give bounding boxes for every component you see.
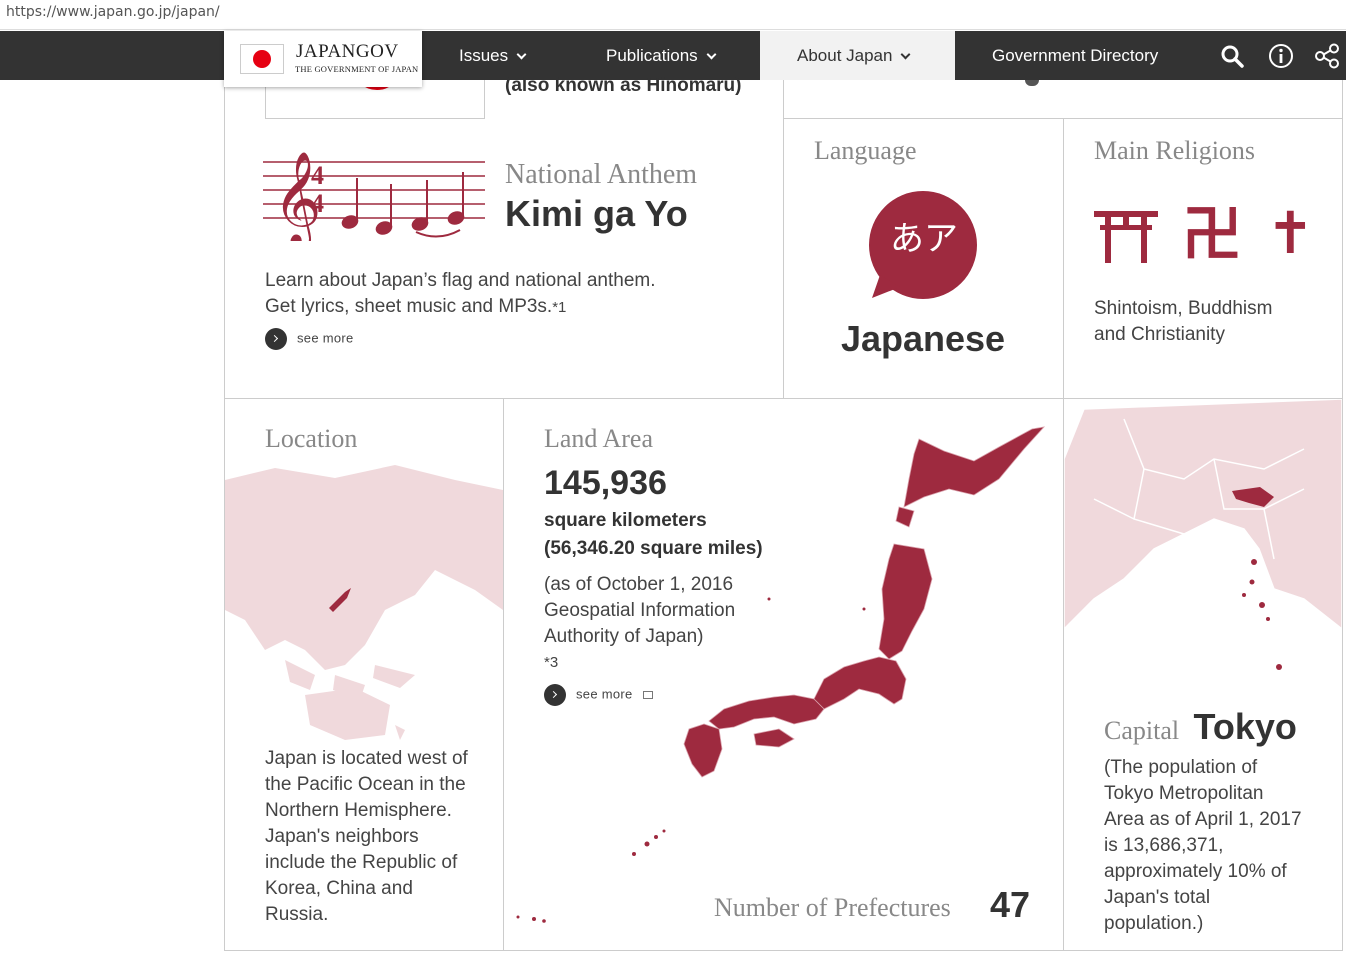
nav-government-directory[interactable]: Government Directory [992,31,1158,80]
land-area-units: square kilometers (56,346.20 square mile… [544,507,763,563]
religions-description: Shintoism, Buddhism and Christianity [1094,296,1272,348]
land-area-label: Land Area [544,424,654,453]
location-line: Japan's neighbors [265,826,419,847]
chevron-down-icon [516,49,527,60]
capital-description: (The population of Tokyo Metropolitan Ar… [1104,755,1302,937]
anthem-name: Kimi ga Yo [505,193,688,234]
nav-issues-label: Issues [459,46,509,65]
nav-issues[interactable]: Issues [459,31,527,80]
capital-line: approximately 10% of [1104,861,1287,882]
land-area-value: 145,936 [544,464,667,502]
location-line: Korea, China and [265,878,413,899]
see-more-label: see more [576,686,633,702]
prefectures-label: Number of Prefectures [714,893,951,922]
share-icon[interactable] [1314,43,1340,69]
land-area-note-line: Geospatial Information [544,600,736,621]
land-area-note-line: (as of October 1, 2016 [544,574,734,595]
see-more-label: see more [297,330,354,346]
grid-divider [783,118,1343,119]
arrow-right-icon [265,328,287,350]
capital-line: population.) [1104,913,1204,934]
manji-icon: 卍 [1182,200,1242,270]
capital-line: is 13,686,371, [1104,835,1224,856]
land-area-note: (as of October 1, 2016 Geospatial Inform… [544,572,735,676]
external-link-icon [642,691,653,699]
location-line: Russia. [265,904,329,925]
url-text[interactable]: https://www.japan.go.jp/japan/ [6,4,220,20]
anthem-desc-line: Learn about Japan’s flag and national an… [265,270,656,291]
location-line: Japan is located west of [265,748,468,769]
capital-line: Area as of April 1, 2017 [1104,809,1302,830]
time-signature-top: 4 [311,161,324,190]
anthem-footnote: *1 [552,299,567,316]
scroll-indicator-dot [1025,80,1039,86]
chevron-down-icon [901,49,911,60]
search-icon[interactable] [1219,43,1245,69]
land-area-unit: square kilometers [544,510,707,531]
nav-publications-label: Publications [606,46,698,65]
capital-label: Capital [1104,716,1180,745]
religions-desc-line: Shintoism, Buddhism [1094,298,1273,319]
location-line: the Pacific Ocean in the [265,774,466,795]
nav-publications[interactable]: Publications [606,31,717,80]
capital-value: Tokyo [1193,706,1297,747]
location-line: Northern Hemisphere. [265,800,452,821]
language-value: Japanese [840,318,1006,359]
religions-label: Main Religions [1094,136,1256,165]
anthem-description: Learn about Japan’s flag and national an… [265,268,656,321]
music-score-icon: 𝄞 4 4 [263,151,485,241]
land-area-miles: (56,346.20 square miles) [544,538,763,559]
religions-desc-line: and Christianity [1094,324,1225,345]
anthem-see-more-link[interactable]: see more [265,328,354,350]
cross-icon: ✝ [1266,199,1315,267]
capital-line: Japan's total [1104,887,1211,908]
language-label: Language [814,136,917,165]
info-icon[interactable] [1268,43,1294,69]
language-bubble-text: あア [890,219,958,259]
capital-line: (The population of [1104,757,1258,778]
location-description: Japan is located west of the Pacific Oce… [265,746,468,928]
logo-title: JAPANGOV [296,41,399,62]
flag-caption: (also known as Hinomaru) [505,75,742,95]
world-map-image [225,465,503,740]
grid-divider [1342,80,1343,950]
capital-line: Tokyo Metropolitan [1104,783,1264,804]
land-area-footnote: *3 [544,654,559,671]
japan-flag-icon [240,44,284,74]
torii-icon [1094,211,1158,263]
land-area-note-line: Authority of Japan) [544,626,704,647]
grid-divider [224,950,1343,951]
capital-heading: Capital Tokyo [1104,706,1297,748]
japangov-logo[interactable]: JAPANGOV THE GOVERNMENT OF JAPAN [224,31,422,87]
chevron-down-icon [706,49,717,60]
time-signature-bottom: 4 [311,189,324,218]
anthem-label: National Anthem [505,159,698,190]
prefectures-value: 47 [990,884,1031,925]
logo-subtitle: THE GOVERNMENT OF JAPAN [295,64,419,74]
kanto-region-map-image [1064,399,1342,670]
location-line: include the Republic of [265,852,458,873]
anthem-desc-line-2: Get lyrics, sheet music and MP3s. [265,296,553,317]
anthem-desc-line: Get lyrics, sheet music and MP3s.*1 [265,294,656,321]
nav-about-japan[interactable]: About Japan [760,31,955,80]
nav-about-japan-label: About Japan [797,46,893,65]
nav-government-directory-label: Government Directory [992,46,1159,65]
arrow-right-icon [544,684,566,706]
location-label: Location [265,424,358,453]
browser-url-bar[interactable]: https://www.japan.go.jp/japan/ [0,0,1346,30]
land-area-see-more-link[interactable]: see more [544,684,653,706]
